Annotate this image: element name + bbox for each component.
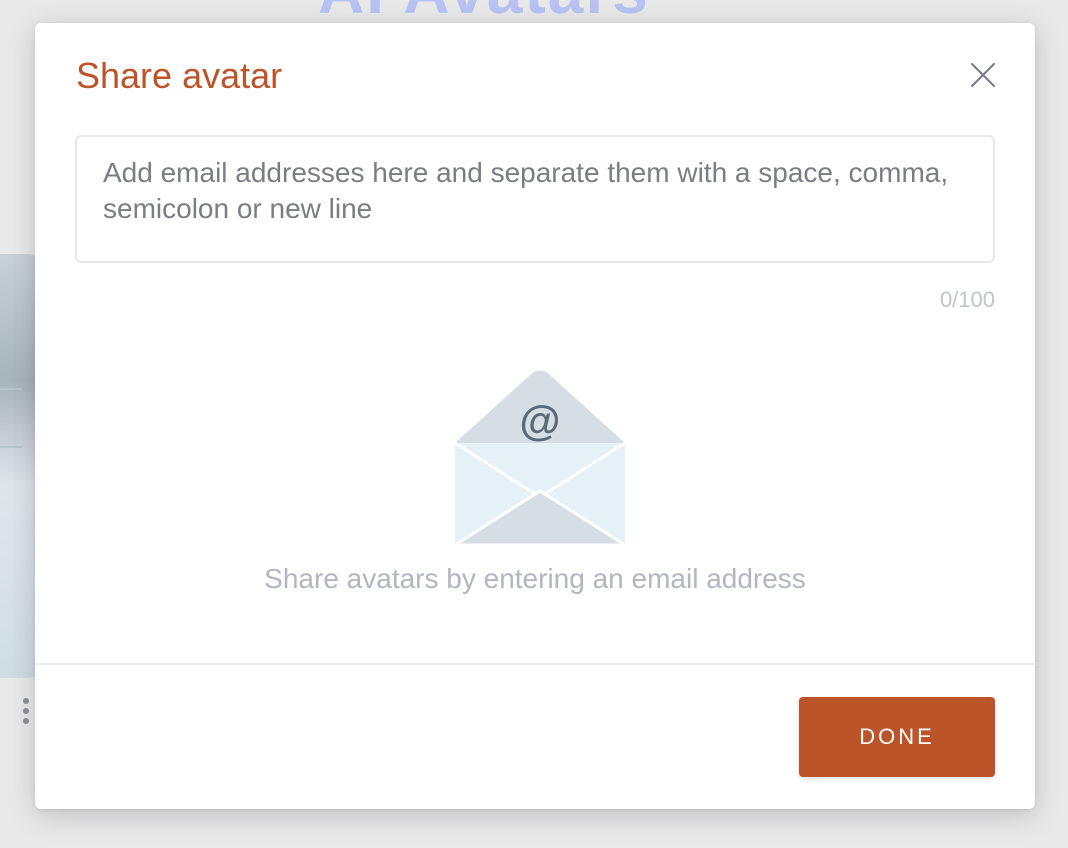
- background-card-detail: [0, 446, 22, 448]
- character-counter: 0/100: [939, 287, 995, 312]
- footer-divider: [35, 663, 1035, 665]
- background-card-detail: [0, 388, 22, 390]
- close-button[interactable]: [965, 59, 1001, 91]
- at-symbol: @: [520, 397, 561, 444]
- close-icon: [970, 62, 996, 88]
- envelope-at-icon: @: [450, 370, 630, 547]
- background-more-menu-icon: [23, 698, 31, 728]
- empty-state-message: Share avatars by entering an email addre…: [264, 563, 806, 594]
- email-addresses-input[interactable]: [75, 135, 995, 263]
- share-avatar-modal: Share avatar 0/100 @ Share avatars by en…: [35, 23, 1035, 809]
- modal-title: Share avatar: [76, 55, 283, 96]
- done-button[interactable]: DONE: [799, 697, 995, 777]
